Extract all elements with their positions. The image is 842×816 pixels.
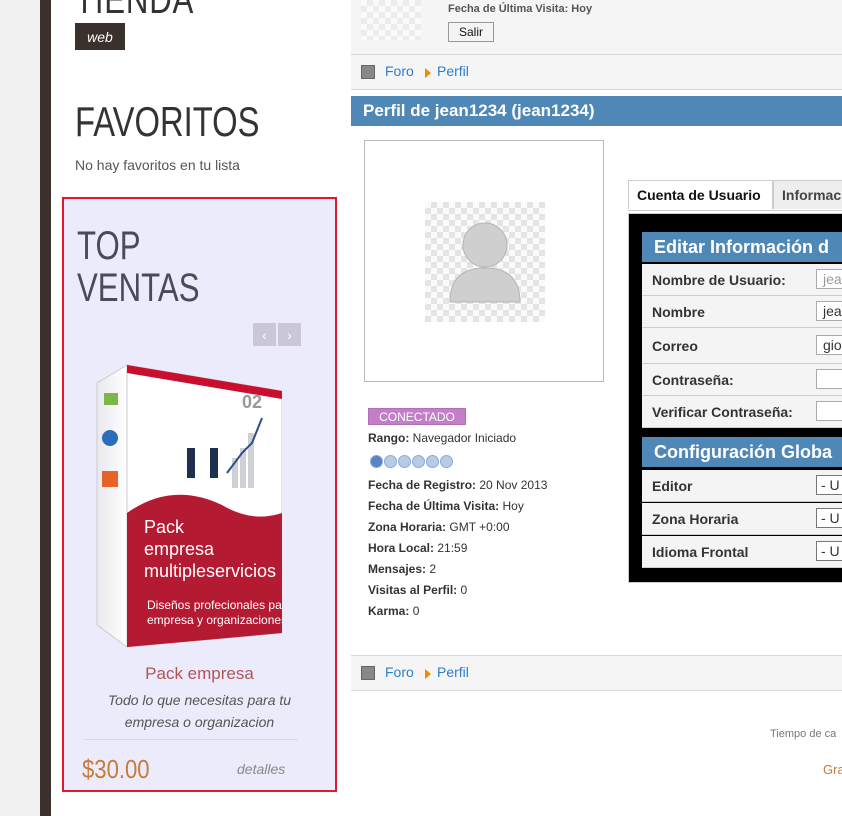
box-number: 02 (242, 392, 262, 412)
row-email: Correo gio (642, 328, 842, 364)
product-details-link[interactable]: detalles (237, 761, 285, 777)
home-icon[interactable] (361, 666, 375, 680)
arrow-right-icon (425, 669, 431, 679)
home-icon[interactable] (361, 65, 375, 79)
favorites-title: FAVORITOS (75, 98, 260, 145)
breadcrumb-profile-link[interactable]: Perfil (437, 63, 469, 79)
top-sales-widget: TOP VENTAS ‹ › 02 Pack empresa multiples… (62, 197, 337, 792)
sidebar: TIENDA web FAVORITOS No hay favoritos en… (51, 0, 351, 816)
rank-star-icon (398, 455, 411, 468)
product-image[interactable]: 02 Pack empresa multipleservicios Diseño… (92, 363, 282, 649)
last-visit-text: Fecha de Última Visita: Hoy (448, 3, 593, 15)
row-editor: Editor - U (642, 470, 842, 502)
product-price: $30.00 (82, 754, 150, 784)
row-verify-password: Verificar Contraseña: (642, 396, 842, 428)
info-registration: Fecha de Registro: 20 Nov 2013 (368, 478, 548, 492)
profile-tabs: Cuenta de Usuario Informaci (628, 180, 842, 211)
name-label: Nombre (652, 304, 705, 320)
breadcrumb-profile-link[interactable]: Perfil (437, 664, 469, 680)
logout-button[interactable]: Salir (448, 22, 494, 42)
rank-star-icon (412, 455, 425, 468)
verify-password-field[interactable] (816, 401, 842, 421)
box-title-2: empresa (144, 539, 215, 559)
rank-star-icon (426, 455, 439, 468)
product-description: Todo lo que necesitas para tu empresa o … (84, 689, 315, 733)
breadcrumb-forum-link[interactable]: Foro (385, 63, 414, 79)
box-subtitle-2: empresa y organizaciones (147, 613, 282, 627)
breadcrumb-top: Foro Perfil (351, 54, 842, 90)
edit-section-title: Editar Información d (642, 232, 842, 262)
row-name: Nombre jea (642, 296, 842, 328)
store-title: TIENDA (75, 0, 195, 22)
top-sales-title: TOP VENTAS (77, 225, 200, 309)
row-password: Contraseña: (642, 364, 842, 396)
email-field[interactable]: gio (816, 335, 842, 355)
verify-password-label: Verificar Contraseña: (652, 404, 793, 420)
user-header: Fecha de Última Visita: Hoy Salir (351, 0, 842, 55)
profile-avatar-frame (364, 140, 604, 382)
chevron-right-icon[interactable]: › (278, 323, 301, 346)
info-timezone: Zona Horaria: GMT +0:00 (368, 520, 510, 534)
status-badge: CONECTADO (368, 408, 466, 425)
arrow-right-icon (425, 68, 431, 78)
box-title-3: multipleservicios (144, 561, 276, 581)
favorites-empty-text: No hay favoritos en tu lista (75, 157, 240, 173)
editor-label: Editor (652, 478, 693, 494)
name-field[interactable]: jea (816, 301, 842, 321)
box-subtitle-1: Diseños profecionales para (147, 598, 282, 612)
username-label: Nombre de Usuario: (652, 272, 786, 288)
tab-panel: Editar Información d Nombre de Usuario: … (628, 213, 842, 583)
frontend-language-label: Idioma Frontal (652, 544, 749, 560)
store-tag[interactable]: web (75, 23, 125, 50)
rank-star-icon (384, 455, 397, 468)
info-karma: Karma: 0 (368, 604, 420, 618)
rank-stars (370, 455, 453, 468)
breadcrumb-forum-link[interactable]: Foro (385, 664, 414, 680)
info-local-time: Hora Local: 21:59 (368, 541, 468, 555)
main-content: Fecha de Última Visita: Hoy Salir Foro P… (351, 0, 842, 816)
password-label: Contraseña: (652, 372, 734, 388)
tab-information[interactable]: Informaci (773, 180, 842, 209)
global-section-title: Configuración Globa (642, 437, 842, 467)
timezone-label: Zona Horaria (652, 511, 739, 527)
timezone-select[interactable]: - U (816, 508, 842, 528)
profile-avatar (425, 202, 545, 322)
row-username: Nombre de Usuario: jea (642, 264, 842, 296)
user-avatar-small[interactable] (361, 0, 421, 40)
row-timezone: Zona Horaria - U (642, 503, 842, 535)
rank-row: Rango: Navegador Iniciado (368, 431, 517, 445)
tab-user-account[interactable]: Cuenta de Usuario (628, 180, 773, 209)
chevron-left-icon[interactable]: ‹ (253, 323, 276, 346)
product-divider (84, 739, 298, 740)
profile-title: Perfil de jean1234 (jean1234) (351, 96, 842, 126)
product-description-line2: empresa o organizacion (124, 714, 275, 730)
product-name-link[interactable]: Pack empresa (64, 664, 335, 684)
user-silhouette-icon (449, 222, 521, 303)
top-sales-title-line1: TOP (77, 224, 141, 268)
page-left-margin (0, 0, 40, 816)
info-last-visit: Fecha de Última Visita: Hoy (368, 499, 524, 513)
rank-star-icon (440, 455, 453, 468)
info-profile-visits: Visitas al Perfil: 0 (368, 583, 468, 597)
product-description-line1: Todo lo que necesitas para tu (107, 692, 292, 708)
row-frontend-language: Idioma Frontal - U (642, 536, 842, 568)
password-field[interactable] (816, 369, 842, 389)
page-left-border (40, 0, 51, 816)
rank-star-icon (370, 455, 383, 468)
info-messages: Mensajes: 2 (368, 562, 437, 576)
footer-load-time: Tiempo de ca (770, 728, 837, 740)
username-field[interactable]: jea (816, 269, 842, 289)
editor-select[interactable]: - U (816, 475, 842, 495)
frontend-language-select[interactable]: - U (816, 541, 842, 561)
footer-link[interactable]: Gra (823, 762, 842, 777)
breadcrumb-bottom: Foro Perfil (351, 655, 842, 691)
box-title-1: Pack (144, 517, 185, 537)
top-sales-title-line2: VENTAS (77, 266, 200, 310)
email-label: Correo (652, 338, 698, 354)
carousel-controls: ‹ › (253, 323, 301, 346)
